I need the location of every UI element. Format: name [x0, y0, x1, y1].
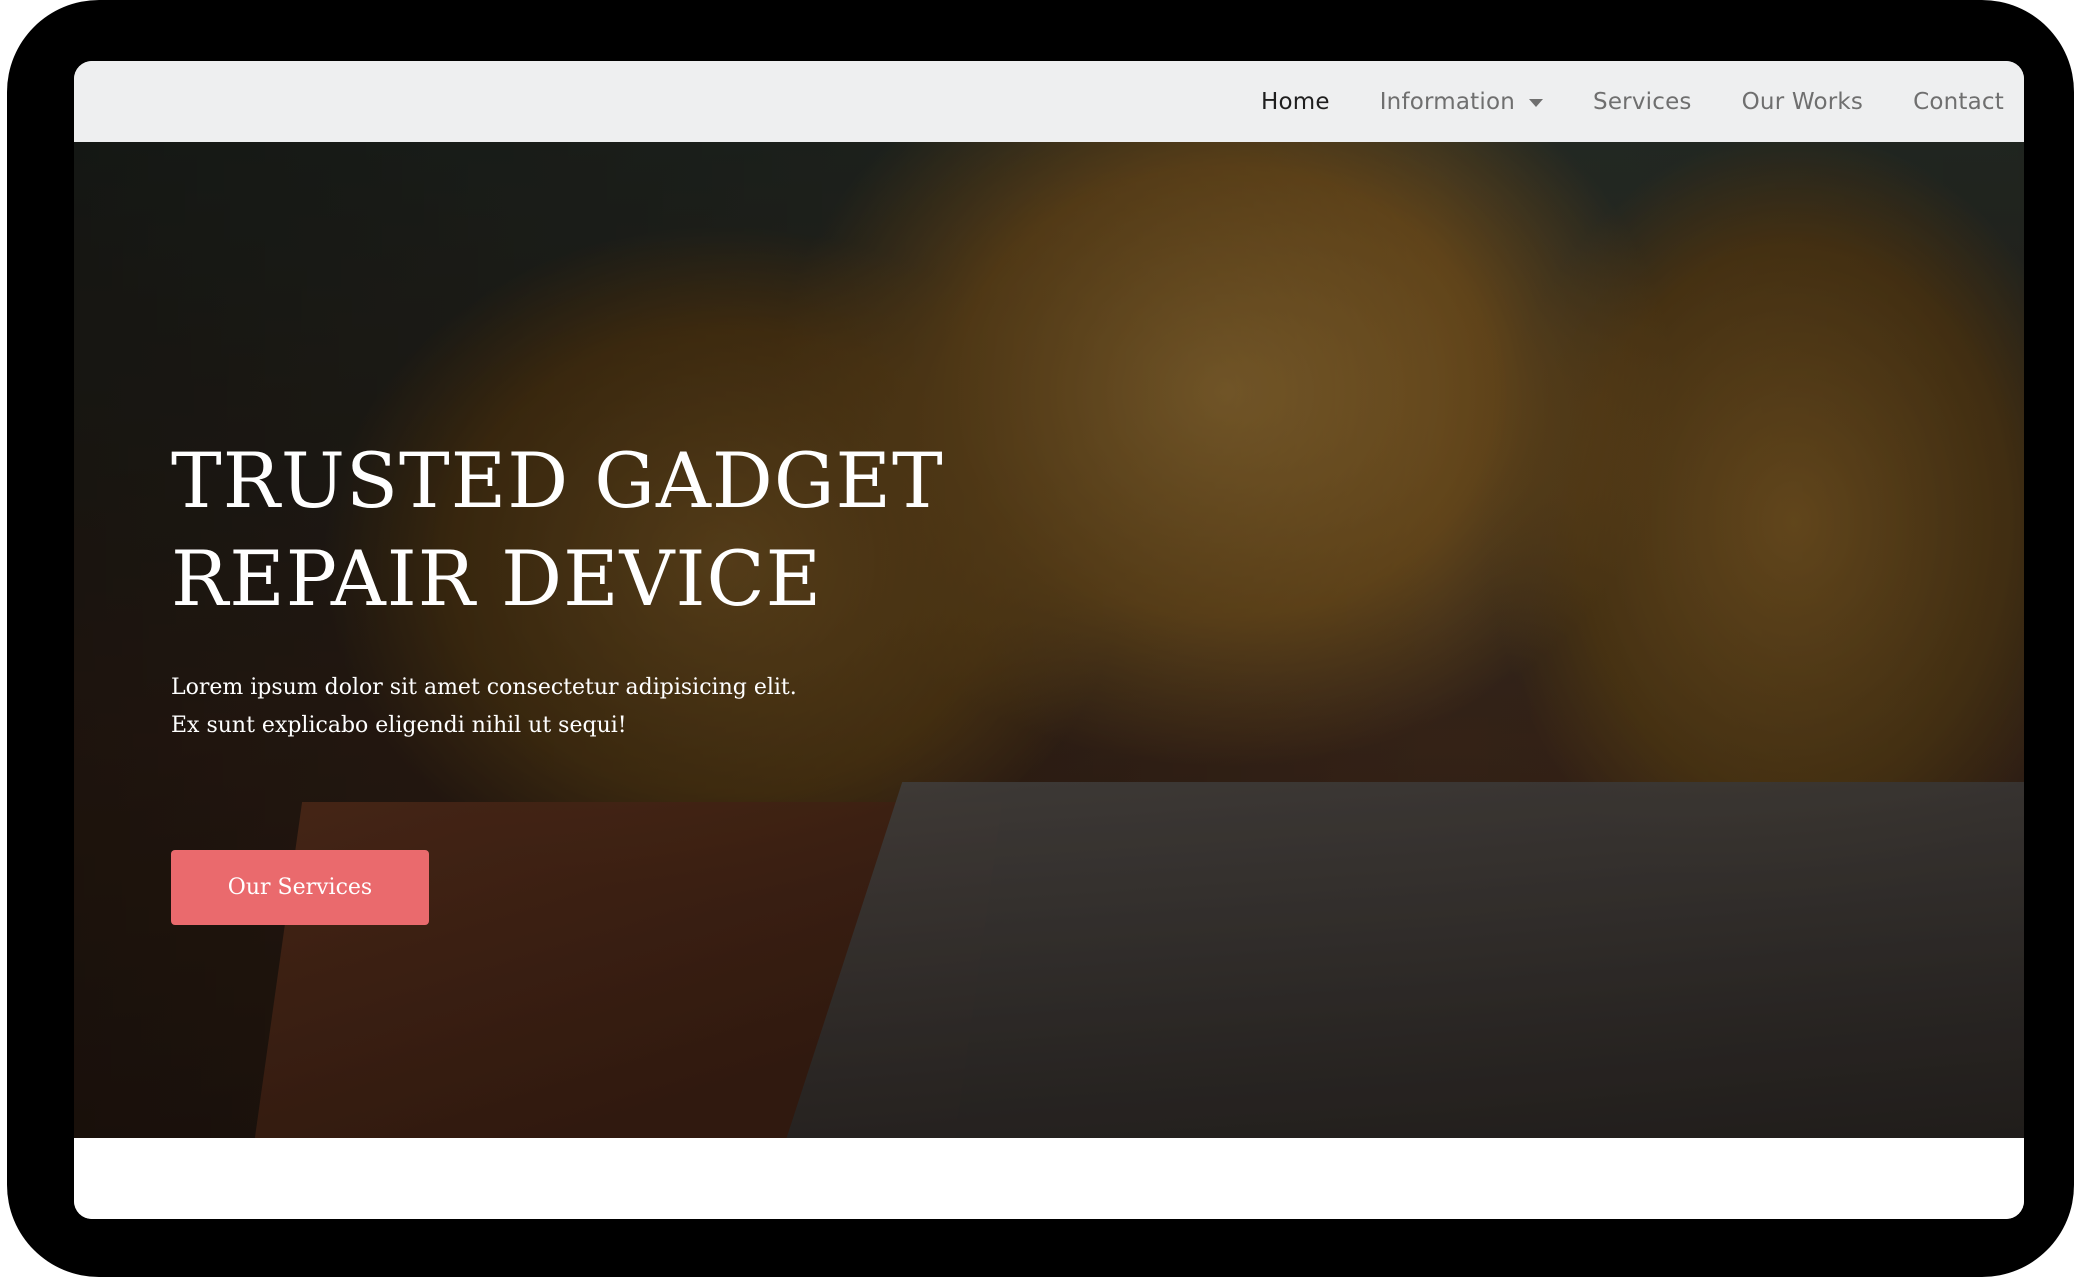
- hero-image-overlay: [74, 142, 2024, 1138]
- nav-link-our-works[interactable]: Our Works: [1742, 89, 1863, 115]
- nav-dropdown-information[interactable]: Information: [1379, 88, 1544, 115]
- nav-link-services[interactable]: Services: [1593, 89, 1692, 115]
- nav-item-home: Home: [1261, 89, 1330, 115]
- hero-description: Lorem ipsum dolor sit amet consectetur a…: [171, 669, 891, 745]
- nav-label-information: Information: [1379, 88, 1516, 115]
- top-navbar: Home Information Services Our Works Cont…: [74, 61, 2024, 142]
- nav-link-contact[interactable]: Contact: [1913, 89, 2004, 115]
- caret-down-icon: [1529, 98, 1544, 107]
- hero-description-line-1: Lorem ipsum dolor sit amet consectetur a…: [171, 675, 797, 700]
- nav-item-contact: Contact: [1913, 89, 2004, 115]
- browser-screen: Home Information Services Our Works Cont…: [74, 61, 2024, 1219]
- hero-description-line-2: Ex sunt explicabo eligendi nihil ut sequ…: [171, 713, 627, 738]
- page-content-area: [74, 1138, 2024, 1219]
- device-frame: Home Information Services Our Works Cont…: [7, 0, 2074, 1277]
- nav-link-home[interactable]: Home: [1261, 89, 1330, 115]
- hero-title: TRUSTED GADGET REPAIR DEVICE: [171, 432, 1071, 628]
- nav-item-information: Information: [1379, 88, 1544, 115]
- nav-item-our-works: Our Works: [1742, 89, 1863, 115]
- nav-label-home: Home: [1260, 88, 1330, 115]
- nav-menu: Home Information Services Our Works Cont…: [1261, 61, 2004, 142]
- hero-title-line-2: REPAIR DEVICE: [171, 534, 823, 623]
- nav-item-services: Services: [1593, 89, 1692, 115]
- nav-label-contact: Contact: [1913, 88, 2004, 115]
- nav-label-our-works: Our Works: [1741, 88, 1864, 115]
- hero-title-line-1: TRUSTED GADGET: [171, 436, 944, 525]
- our-services-button[interactable]: Our Services: [171, 850, 429, 925]
- nav-label-services: Services: [1593, 88, 1692, 115]
- hero-section: TRUSTED GADGET REPAIR DEVICE Lorem ipsum…: [74, 142, 2024, 1138]
